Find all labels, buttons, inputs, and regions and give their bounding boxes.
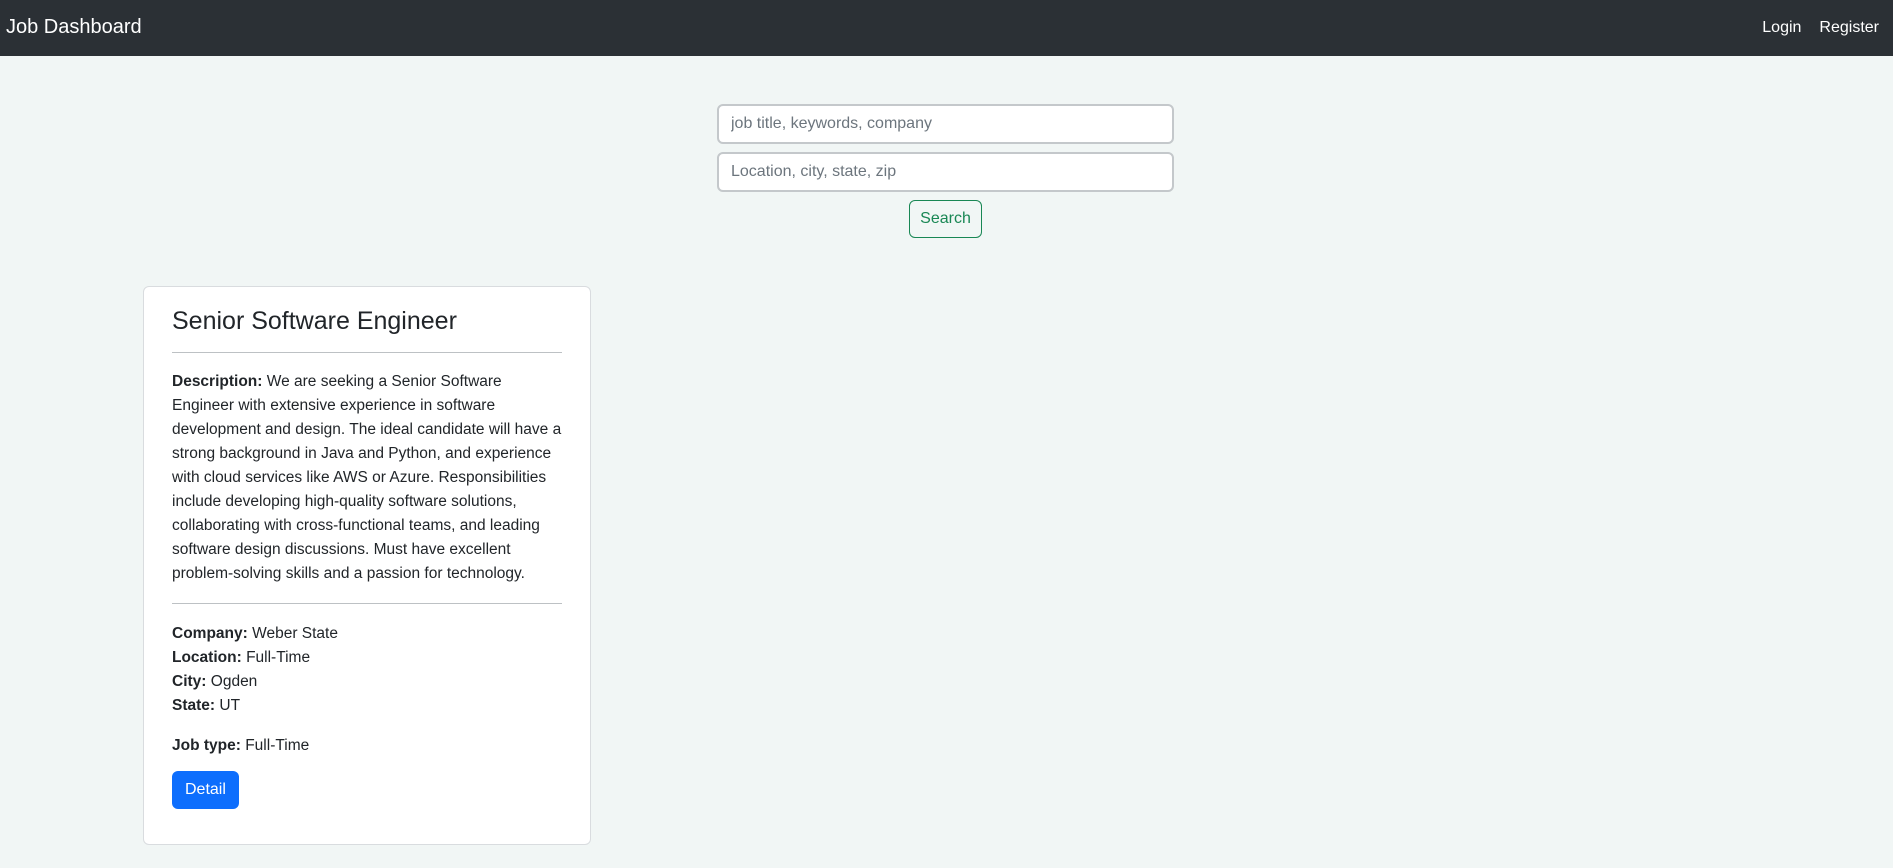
login-link[interactable]: Login <box>1762 17 1801 39</box>
divider <box>172 603 562 604</box>
city-label: City: <box>172 673 207 690</box>
nav-links: Login Register <box>1762 17 1879 39</box>
job-fields: Company: Weber State Location: Full-Time… <box>172 622 562 718</box>
location-value: Full-Time <box>246 649 311 666</box>
keywords-search-input[interactable] <box>717 104 1174 144</box>
search-button[interactable]: Search <box>909 200 982 238</box>
register-link[interactable]: Register <box>1819 17 1879 39</box>
state-row: State: UT <box>172 694 562 718</box>
city-row: City: Ogden <box>172 670 562 694</box>
state-label: State: <box>172 697 216 714</box>
company-value: Weber State <box>252 625 338 642</box>
divider <box>172 352 562 353</box>
location-row: Location: Full-Time <box>172 646 562 670</box>
company-row: Company: Weber State <box>172 622 562 646</box>
city-value: Ogden <box>210 673 258 690</box>
description-text: We are seeking a Senior Software Enginee… <box>172 373 562 582</box>
detail-button[interactable]: Detail <box>172 771 239 809</box>
brand-link[interactable]: Job Dashboard <box>6 15 142 39</box>
location-label: Location: <box>172 649 242 666</box>
job-description: Description: We are seeking a Senior Sof… <box>172 370 562 586</box>
jobtype-row: Job type: Full-Time <box>172 734 562 758</box>
jobtype-value: Full-Time <box>245 737 310 754</box>
job-title: Senior Software Engineer <box>172 307 457 335</box>
company-label: Company: <box>172 625 248 642</box>
location-search-input[interactable] <box>717 152 1174 192</box>
search-form <box>717 104 1174 192</box>
description-label: Description: <box>172 373 263 390</box>
jobtype-label: Job type: <box>172 737 241 754</box>
job-card: Senior Software Engineer Description: We… <box>143 286 591 845</box>
top-navbar: Job Dashboard Login Register <box>0 0 1893 56</box>
state-value: UT <box>219 697 241 714</box>
